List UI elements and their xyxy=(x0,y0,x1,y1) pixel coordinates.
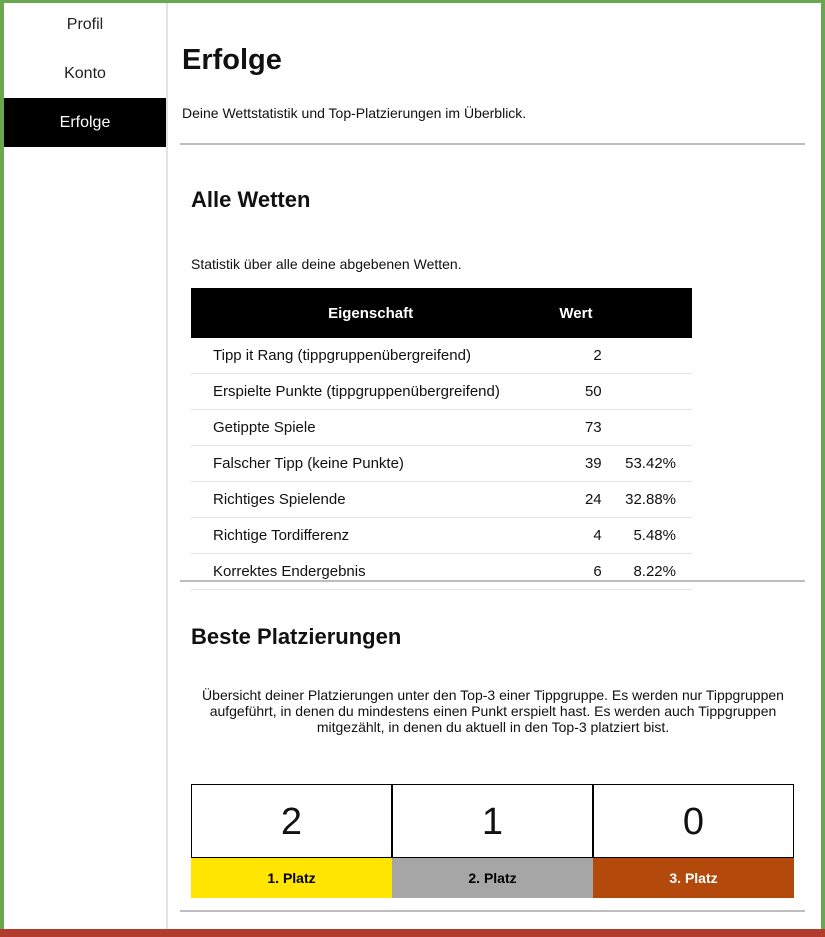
section-title-best-placements: Beste Platzierungen xyxy=(191,624,402,649)
page-description: Deine Wettstatistik und Top-Platzierunge… xyxy=(182,105,527,121)
row-percent xyxy=(601,373,692,410)
window-frame-bottom xyxy=(0,929,825,937)
placements-grid: 2 1. Platz 1 2. Platz 0 3. Platz xyxy=(191,784,795,900)
row-property: Korrektes Endergebnis xyxy=(191,553,551,590)
placement-count: 1 xyxy=(392,784,593,858)
stats-table: Eigenschaft Wert Tipp it Rang (tippgrupp… xyxy=(191,288,692,590)
table-row: Tipp it Rang (tippgruppenübergreifend) 2 xyxy=(191,338,692,374)
row-property: Getippte Spiele xyxy=(191,409,551,446)
row-value: 4 xyxy=(550,517,602,554)
divider xyxy=(180,580,805,582)
section-description-best-placements: Übersicht deiner Platzierungen unter den… xyxy=(202,687,784,735)
column-header-value: Wert xyxy=(550,288,602,338)
table-row: Falscher Tipp (keine Punkte) 39 53.42% xyxy=(191,445,692,482)
table-row: Richtige Tordifferenz 4 5.48% xyxy=(191,517,692,554)
placement-label: 1. Platz xyxy=(191,858,392,898)
row-property: Richtiges Spielende xyxy=(191,481,551,518)
page-title: Erfolge xyxy=(182,44,282,76)
table-row: Richtiges Spielende 24 32.88% xyxy=(191,481,692,518)
row-percent: 8.22% xyxy=(601,553,692,590)
row-property: Richtige Tordifferenz xyxy=(191,517,551,554)
row-percent: 53.42% xyxy=(601,445,692,482)
placement-count: 2 xyxy=(191,784,392,858)
section-description-all-bets: Statistik über alle deine abgebenen Wett… xyxy=(191,256,462,272)
window-frame-right xyxy=(821,0,825,937)
table-row: Getippte Spiele 73 xyxy=(191,409,692,446)
row-property: Erspielte Punkte (tippgruppenübergreifen… xyxy=(191,373,551,410)
row-percent: 32.88% xyxy=(601,481,692,518)
row-value: 39 xyxy=(550,445,602,482)
row-property: Falscher Tipp (keine Punkte) xyxy=(191,445,551,482)
placement-second: 1 2. Platz xyxy=(392,784,593,900)
sidebar: Profil Konto Erfolge xyxy=(4,3,168,929)
row-percent xyxy=(601,409,692,446)
placement-label: 2. Platz xyxy=(392,858,593,898)
row-percent: 5.48% xyxy=(601,517,692,554)
placement-first: 2 1. Platz xyxy=(191,784,392,900)
divider xyxy=(180,910,805,912)
row-value: 24 xyxy=(550,481,602,518)
row-property: Tipp it Rang (tippgruppenübergreifend) xyxy=(191,338,551,374)
divider xyxy=(180,143,805,145)
row-value: 2 xyxy=(550,338,602,374)
table-row: Erspielte Punkte (tippgruppenübergreifen… xyxy=(191,373,692,410)
table-header-row: Eigenschaft Wert xyxy=(191,288,692,338)
row-value: 6 xyxy=(550,553,602,590)
placement-third: 0 3. Platz xyxy=(593,784,794,900)
placement-label: 3. Platz xyxy=(593,858,794,898)
sidebar-item-erfolge[interactable]: Erfolge xyxy=(4,98,166,147)
column-header-property: Eigenschaft xyxy=(191,288,551,338)
section-title-all-bets: Alle Wetten xyxy=(191,187,311,212)
placement-count: 0 xyxy=(593,784,794,858)
sidebar-item-profil[interactable]: Profil xyxy=(4,1,166,49)
column-header-percent xyxy=(601,288,692,338)
row-value: 50 xyxy=(550,373,602,410)
table-row: Korrektes Endergebnis 6 8.22% xyxy=(191,553,692,590)
sidebar-item-konto[interactable]: Konto xyxy=(4,49,166,98)
row-percent xyxy=(601,338,692,374)
row-value: 73 xyxy=(550,409,602,446)
